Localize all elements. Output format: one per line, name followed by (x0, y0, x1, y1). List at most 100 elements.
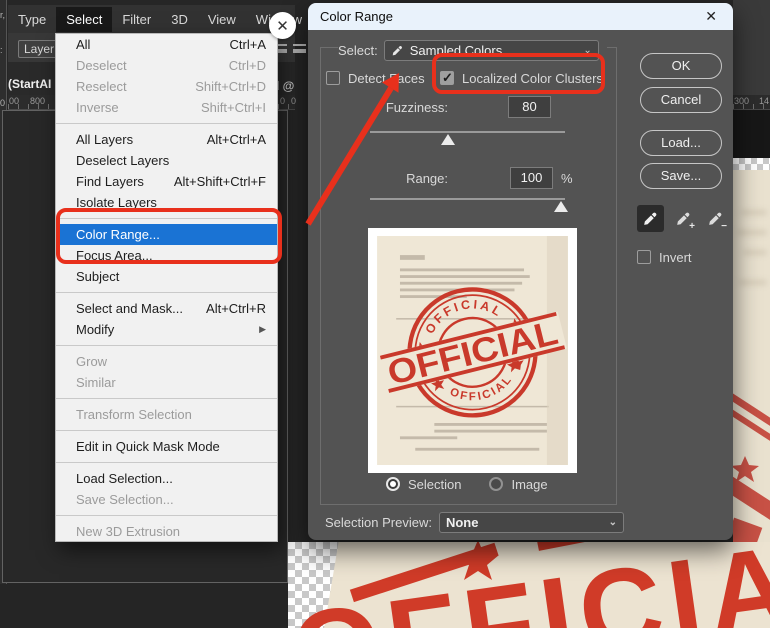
menubar-item-type[interactable]: Type (8, 7, 56, 32)
menubar-item-select[interactable]: Select (56, 6, 113, 32)
invert-option[interactable]: Invert (637, 248, 692, 266)
detect-faces-label: Detect Faces (348, 70, 425, 86)
menu-item-label: Focus Area... (76, 248, 153, 263)
menu-item-similar[interactable]: Similar (56, 372, 277, 393)
menu-item-all[interactable]: All Ctrl+A (56, 34, 277, 55)
menu-item-label: Save Selection... (76, 492, 174, 507)
submenu-arrow-icon: ▶ (259, 324, 266, 334)
menu-item-shortcut: Shift+Ctrl+I (200, 100, 266, 115)
detect-faces-option[interactable]: Detect Faces (326, 69, 425, 87)
selection-preview-value: None (445, 515, 479, 530)
ok-button[interactable]: OK (640, 53, 722, 79)
select-menu-dropdown: All Ctrl+A Deselect Ctrl+D Reselect Shift+Ctr… (55, 33, 278, 542)
menu-item-deselect-layers[interactable]: Deselect Layers (56, 150, 277, 171)
range-unit: % (561, 171, 573, 186)
menu-item-label: All (76, 37, 91, 52)
detect-faces-checkbox[interactable] (326, 71, 340, 85)
menu-item-deselect[interactable]: Deselect Ctrl+D (56, 55, 277, 76)
localized-color-clusters-option[interactable]: Localized Color Clusters (440, 69, 603, 87)
fuzziness-input[interactable]: 80 (508, 96, 551, 118)
fuzziness-slider-thumb[interactable] (441, 134, 455, 145)
invert-checkbox[interactable] (637, 250, 651, 264)
chevron-down-icon: ⌄ (608, 517, 617, 528)
range-slider-thumb[interactable] (554, 201, 568, 212)
align-icon[interactable] (293, 44, 306, 53)
canvas-zoomed-document: OFFICIAL (288, 542, 770, 628)
menu-item-label: Similar (76, 375, 116, 390)
localized-color-clusters-label: Localized Color Clusters (462, 70, 603, 86)
color-range-dialog: Color Range ✕ Select: Sampled Colors ⌄ D… (308, 3, 733, 540)
localized-color-clusters-checkbox[interactable] (440, 70, 454, 86)
select-dropdown[interactable]: Sampled Colors ⌄ (383, 40, 599, 61)
menu-item-transform-selection[interactable]: Transform Selection (56, 404, 277, 425)
menu-item-label: Deselect Layers (76, 153, 170, 168)
menu-item-label: Inverse (76, 100, 119, 115)
fuzziness-label: Fuzziness: (385, 100, 448, 115)
sliver-fragment: r, (0, 10, 6, 20)
menubar-item-3d[interactable]: 3D (161, 7, 198, 32)
image-radio[interactable] (489, 477, 504, 491)
eyedropper-minus-tool[interactable]: − (702, 205, 729, 232)
menu-item-label: Select and Mask... (76, 301, 183, 316)
cancel-button[interactable]: Cancel (640, 87, 722, 113)
selection-preview-label: Selection Preview: (325, 515, 432, 530)
eyedropper-plus-tool[interactable]: + (670, 205, 697, 232)
range-slider-track[interactable] (370, 198, 565, 200)
menu-item-color-range[interactable]: Color Range... (56, 224, 277, 245)
menu-item-select-and-mask[interactable]: Select and Mask... Alt+Ctrl+R (56, 298, 277, 319)
stamp-preview-image: OFFICIAL OFFICIAL OFFICIAL (377, 236, 568, 465)
range-label: Range: (406, 171, 448, 186)
selection-preview-dropdown[interactable]: None ⌄ (438, 512, 624, 533)
load-button[interactable]: Load... (640, 130, 722, 156)
ruler-ticks (733, 104, 770, 109)
layer-dropdown[interactable]: Layer (18, 40, 58, 58)
horizontal-ruler-right: 300 14 (733, 95, 770, 110)
eyedropper-tool[interactable] (637, 205, 664, 232)
save-button[interactable]: Save... (640, 163, 722, 189)
menu-item-modify[interactable]: Modify ▶ (56, 319, 277, 340)
menu-item-load-selection[interactable]: Load Selection... (56, 468, 277, 489)
menu-separator (56, 292, 277, 293)
right-chrome-strip (733, 0, 770, 95)
selection-radio-label: Selection (408, 476, 462, 492)
canvas-pasteboard (733, 110, 770, 158)
menu-item-shortcut: Ctrl+A (229, 37, 266, 52)
menu-item-edit-in-quick-mask-mode[interactable]: Edit in Quick Mask Mode (56, 436, 277, 457)
menu-item-new-3d-extrusion[interactable]: New 3D Extrusion (56, 521, 277, 541)
annotation-close-badge[interactable]: ✕ (269, 12, 296, 39)
document-tab-title[interactable]: (StartAI (8, 77, 51, 91)
stamp-band-text: OFFICIAL (288, 542, 770, 628)
menu-item-label: Isolate Layers (76, 195, 157, 210)
menu-separator (56, 345, 277, 346)
menu-item-reselect[interactable]: Reselect Shift+Ctrl+D (56, 76, 277, 97)
selection-preview-thumbnail[interactable]: OFFICIAL OFFICIAL OFFICIAL (368, 228, 577, 473)
menu-item-shortcut: Alt+Ctrl+A (206, 132, 266, 147)
menu-item-label: Reselect (76, 79, 127, 94)
menubar-item-filter[interactable]: Filter (112, 7, 161, 32)
invert-label: Invert (659, 249, 692, 265)
menu-item-shortcut: Ctrl+D (228, 58, 266, 73)
selection-radio[interactable] (386, 477, 400, 491)
stamp-fragment-bottom: OFFICIAL (288, 542, 770, 628)
menu-item-shortcut: Alt+Shift+Ctrl+F (173, 174, 266, 189)
close-icon[interactable]: ✕ (701, 8, 721, 25)
fuzziness-slider-track[interactable] (370, 131, 565, 133)
menu-item-save-selection[interactable]: Save Selection... (56, 489, 277, 510)
select-row: Select: Sampled Colors ⌄ (338, 40, 607, 61)
menu-item-inverse[interactable]: Inverse Shift+Ctrl+I (56, 97, 277, 118)
close-icon: ✕ (276, 17, 289, 35)
menu-item-label: Load Selection... (76, 471, 173, 486)
menu-item-grow[interactable]: Grow (56, 351, 277, 372)
menu-item-focus-area[interactable]: Focus Area... (56, 245, 277, 266)
menu-item-label: Edit in Quick Mask Mode (76, 439, 220, 454)
menu-item-subject[interactable]: Subject (56, 266, 277, 287)
menu-item-label: Subject (76, 269, 120, 284)
menu-item-all-layers[interactable]: All Layers Alt+Ctrl+A (56, 129, 277, 150)
range-input[interactable]: 100 (510, 167, 553, 189)
dialog-titlebar[interactable]: Color Range ✕ (308, 3, 733, 30)
menu-item-isolate-layers[interactable]: Isolate Layers (56, 192, 277, 213)
menu-item-shortcut: Alt+Ctrl+R (206, 301, 266, 316)
menubar-item-view[interactable]: View (198, 7, 246, 32)
menu-item-find-layers[interactable]: Find Layers Alt+Shift+Ctrl+F (56, 171, 277, 192)
menu-item-label: Modify (76, 322, 115, 337)
